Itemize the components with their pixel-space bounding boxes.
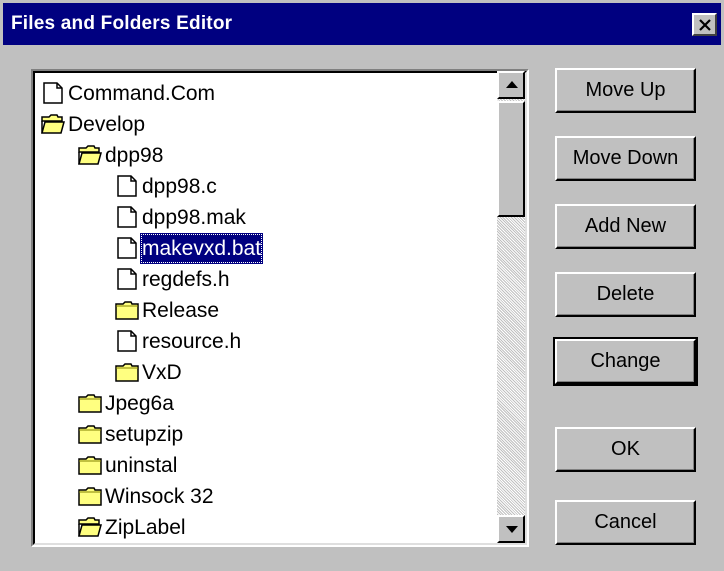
folder-open-icon xyxy=(78,144,102,166)
close-icon xyxy=(699,19,711,31)
file-icon xyxy=(115,330,139,352)
delete-button[interactable]: Delete xyxy=(555,272,696,317)
tree-item-label: setupzip xyxy=(105,423,184,446)
tree-item-label: uninstal xyxy=(105,454,178,477)
folder-icon xyxy=(78,485,102,507)
folder-icon xyxy=(78,392,102,414)
scroll-up-button[interactable] xyxy=(497,71,525,99)
cancel-button[interactable]: Cancel xyxy=(555,500,696,545)
tree-item-label: resource.h xyxy=(142,330,242,353)
tree-item-label: makevxd.bat xyxy=(140,233,264,264)
tree-item-label: dpp98.c xyxy=(142,175,217,198)
tree-item-label: Jpeg6a xyxy=(105,392,174,415)
tree-item-label: Develop xyxy=(68,113,146,136)
file-icon xyxy=(115,268,139,290)
file-icon xyxy=(115,237,139,259)
tree-item-label: Release xyxy=(142,299,220,322)
tree-item-label: Winsock 32 xyxy=(105,485,214,508)
file-icon xyxy=(41,82,65,104)
scroll-down-button[interactable] xyxy=(497,515,525,543)
scroll-thumb[interactable] xyxy=(497,101,525,217)
tree-item-label: VxD xyxy=(142,361,182,384)
window-title: Files and Folders Editor xyxy=(11,13,233,34)
arrow-down-icon xyxy=(506,526,518,533)
tree-item-label: dpp98.mak xyxy=(142,206,246,229)
tree-item-label: regdefs.h xyxy=(142,268,230,291)
move-down-button[interactable]: Move Down xyxy=(555,136,696,181)
folder-icon xyxy=(78,423,102,445)
close-button[interactable] xyxy=(692,13,717,36)
ok-button[interactable]: OK xyxy=(555,427,696,472)
move-up-button[interactable]: Move Up xyxy=(555,68,696,113)
file-icon xyxy=(115,206,139,228)
folder-icon xyxy=(115,299,139,321)
change-button[interactable]: Change xyxy=(553,337,698,386)
files-and-folders-editor-window: Files and Folders Editor Command.Com Deve… xyxy=(0,0,724,571)
tree-item-label: Command.Com xyxy=(68,82,216,105)
folder-open-icon xyxy=(78,516,102,538)
arrow-up-icon xyxy=(506,81,518,88)
folder-icon xyxy=(78,454,102,476)
vertical-scrollbar[interactable] xyxy=(497,71,525,543)
tree-item-label: ZipLabel xyxy=(105,516,186,539)
add-new-button[interactable]: Add New xyxy=(555,204,696,249)
files-folders-list[interactable]: Command.Com Develop dpp98 dpp98.c dpp98.mak m… xyxy=(31,69,529,547)
file-icon xyxy=(115,175,139,197)
folder-icon xyxy=(115,361,139,383)
title-bar[interactable]: Files and Folders Editor xyxy=(3,3,721,45)
folder-open-icon xyxy=(41,113,65,135)
tree-item-label: dpp98 xyxy=(105,144,164,167)
